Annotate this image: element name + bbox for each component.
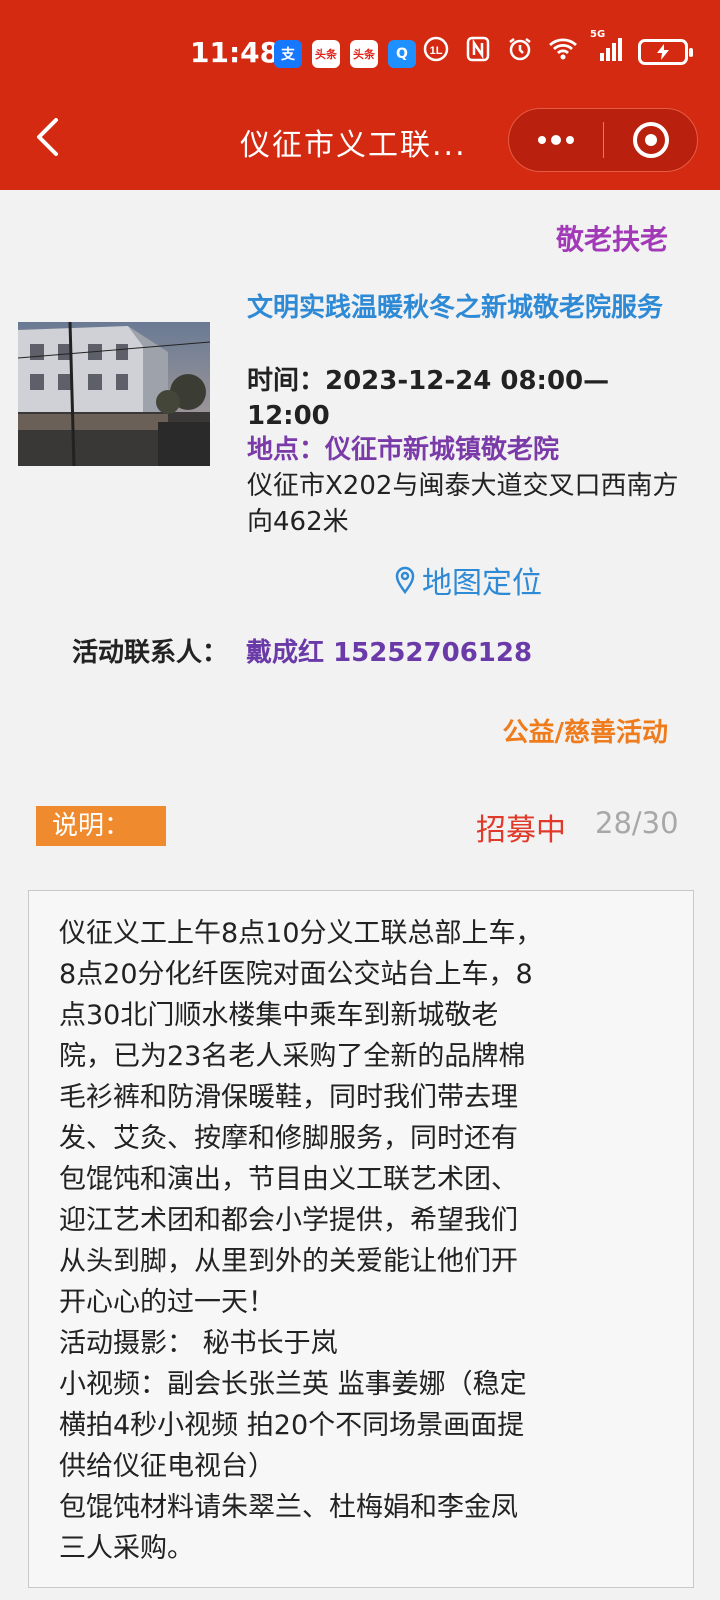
description-line: 点30北门顺水楼集中乘车到新城敬老 — [59, 1000, 499, 1031]
wifi-icon — [548, 37, 577, 67]
target-circle-icon — [632, 122, 669, 158]
description-line: 供给仪征电视台） — [59, 1451, 275, 1482]
description-line: 仪征义工上午8点10分义工联总部上车， — [59, 918, 543, 949]
description-line: 横拍4秒小视频 拍20个不同场景画面提 — [59, 1410, 525, 1441]
page-title: 仪征市义工联... — [240, 128, 467, 163]
contact-phone[interactable]: 戴成红 15252706128 — [246, 632, 532, 669]
description-line: 开心心的过一天！ — [59, 1287, 275, 1318]
news-app-icon-2: 头条 — [350, 40, 378, 68]
cellular-signal-icon: 5G — [590, 29, 624, 67]
event-time-line1: 时间：2023-12-24 08:00— — [247, 366, 610, 396]
description-line: 包馄饨和演出，节目由义工联艺术团、 — [59, 1164, 518, 1195]
recruit-status: 招募中 — [476, 813, 566, 848]
miniprogram-capsule — [508, 108, 698, 172]
description-line: 活动摄影： 秘书长于岚 — [59, 1328, 338, 1359]
status-app-icons: 支 头条 头条 Q — [274, 40, 416, 68]
news-app-icon: 头条 — [312, 40, 340, 68]
close-miniprogram-button[interactable] — [604, 109, 697, 171]
app-header: 11:48 支 头条 头条 Q 1L 5G 仪征市义工联... — [0, 0, 720, 190]
event-place: 地点：仪征市新城镇敬老院 — [247, 435, 560, 465]
contact-label: 活动联系人： — [72, 638, 229, 668]
description-line: 从头到脚，从里到外的关爱能让他们开 — [59, 1246, 518, 1277]
recruit-count: 28/30 — [595, 806, 679, 840]
description-box: 仪征义工上午8点10分义工联总部上车， 8点20分化纤医院对面公交站台上车，8 … — [28, 890, 694, 1588]
location-pin-icon — [395, 566, 415, 594]
map-link-label: 地图定位 — [422, 566, 542, 601]
description-line: 三人采购。 — [59, 1533, 194, 1564]
svg-text:1L: 1L — [430, 45, 443, 57]
description-line: 包馄饨材料请朱翠兰、杜梅娟和李金凤 — [59, 1492, 518, 1523]
charging-battery-icon — [638, 39, 693, 65]
activity-type-tag: 公益/慈善活动 — [502, 718, 669, 748]
map-location-link[interactable]: 地图定位 — [394, 558, 542, 602]
search-app-icon: Q — [388, 40, 416, 68]
event-address: 仪征市X202与闽泰大道交叉口西南方向462米 — [247, 471, 679, 537]
more-button[interactable] — [509, 109, 603, 171]
description-line: 迎江艺术团和都会小学提供，希望我们 — [59, 1205, 518, 1236]
description-line: 小视频：副会长张兰英 监事姜娜（稳定 — [59, 1369, 527, 1400]
description-line: 8点20分化纤医院对面公交站台上车，8 — [59, 959, 533, 990]
hd-icon: 1L — [422, 36, 450, 68]
event-time: 时间：2023-12-24 08:00— 12:00 — [247, 364, 667, 434]
alarm-icon — [506, 36, 534, 68]
contact-row: 活动联系人： 戴成红 15252706128 — [72, 632, 532, 669]
status-time: 11:48 — [190, 36, 280, 69]
description-line: 毛衫裤和防滑保暖鞋，同时我们带去理 — [59, 1082, 518, 1113]
back-button[interactable] — [22, 112, 72, 162]
chevron-left-icon — [37, 118, 58, 156]
description-line: 发、艾灸、按摩和修脚服务，同时还有 — [59, 1123, 518, 1154]
alipay-icon: 支 — [274, 40, 302, 68]
category-tag: 敬老扶老 — [555, 223, 668, 256]
status-system-icons: 1L 5G — [422, 29, 693, 68]
description-label: 说明： — [36, 806, 166, 846]
nfc-icon — [464, 36, 492, 68]
event-time-line2: 12:00 — [247, 401, 330, 431]
event-title[interactable]: 文明实践温暖秋冬之新城敬老院服务 — [247, 290, 707, 326]
event-thumbnail[interactable] — [18, 322, 210, 466]
description-line: 院，已为23名老人采购了全新的品牌棉 — [59, 1041, 526, 1072]
more-dots-icon — [538, 135, 574, 145]
